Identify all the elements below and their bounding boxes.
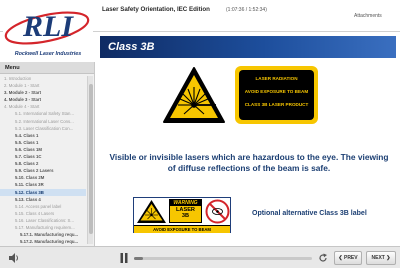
prev-button-label: PREV — [343, 255, 358, 261]
sidebar-menu-item[interactable]: 5.17.1. Manufacturing requ... — [0, 231, 86, 238]
laser-hazard-triangle-icon — [137, 200, 166, 223]
sidebar-menu-item[interactable]: 5.1. International Safety Stan... — [0, 110, 86, 117]
sidebar-menu-item[interactable]: 5.14. Access panel label — [0, 203, 86, 210]
eye-protection-icon — [205, 199, 230, 224]
sidebar-menu: Menu 1. Introduction 2. Module 1 - Start 3… — [0, 62, 95, 246]
laser-warning-label-inner: LASER RADIATION AVOID EXPOSURE TO BEAM C… — [239, 70, 314, 120]
player-controls: ❮ PREV NEXT ❯ — [0, 246, 400, 268]
sidebar-menu-item[interactable]: 5.2. International Laser Cons... — [0, 118, 86, 125]
slide-title: Class 3B — [108, 41, 155, 53]
sidebar-menu-item[interactable]: 5.7. Class 1C — [0, 153, 86, 160]
attachments-button[interactable]: Attachments — [354, 13, 382, 19]
sidebar-menu-item[interactable]: 4. Module 4 - Start — [0, 103, 86, 110]
svg-text:RLI: RLI — [22, 10, 74, 43]
next-button[interactable]: NEXT ❯ — [366, 251, 396, 265]
sidebar-menu-item[interactable]: 5.4. Class 1 — [0, 132, 86, 139]
alt-label-bottom-text: AVOID EXPOSURE TO BEAM — [134, 225, 230, 233]
course-title: Laser Safety Orientation, IEC Edition — [102, 6, 210, 13]
sidebar-menu-item[interactable]: 5.8. Class 2 — [0, 160, 86, 167]
rli-logo-mark: RLI — [4, 10, 90, 45]
sidebar-menu-item[interactable]: 5.16. Laser Classifications: S... — [0, 217, 86, 224]
sidebar-menu-item[interactable]: 5.3. Laser Classification Con... — [0, 125, 86, 132]
sidebar-menu-item[interactable]: 5.9. Class 2 Lasers — [0, 167, 86, 174]
chevron-left-icon: ❮ — [338, 255, 343, 261]
sidebar-menu-item[interactable]: 5.17. Manufacturing requirem... — [0, 224, 86, 231]
slide-content: Class 3B LASER RADIATION AVOID EXPOSURE … — [96, 32, 400, 246]
menu-scroll-thumb[interactable] — [89, 84, 93, 234]
course-timestamp: (1:07:36 / 1:52:34) — [226, 7, 267, 13]
next-button-label: NEXT — [371, 255, 385, 261]
slide-title-banner: Class 3B — [100, 36, 396, 58]
sidebar-menu-item[interactable]: 5.13. Class 4 — [0, 196, 86, 203]
alternative-class-label: WARNING LASER 3B AVOID EXPOSURE TO BEAM — [133, 197, 231, 233]
sidebar-menu-item[interactable]: 2. Module 1 - Start — [0, 82, 86, 89]
sidebar-menu-item[interactable]: 5.12. Class 3B — [0, 188, 86, 196]
laser-label-line: LASER RADIATION — [255, 76, 298, 81]
prev-button[interactable]: ❮ PREV — [334, 251, 362, 265]
menu-scrollbar[interactable] — [87, 76, 93, 244]
pause-icon[interactable] — [120, 253, 128, 263]
alt-warning-word: WARNING — [170, 200, 201, 206]
laser-label-line: AVOID EXPOSURE TO BEAM — [244, 89, 309, 94]
alt-class-box: WARNING LASER 3B — [169, 199, 202, 223]
volume-icon[interactable] — [8, 252, 20, 264]
seek-bar[interactable] — [134, 257, 312, 260]
slide-body-text: Visible or invisible lasers which are ha… — [109, 152, 389, 173]
laser-warning-label: LASER RADIATION AVOID EXPOSURE TO BEAM C… — [235, 66, 318, 124]
menu-header: Menu — [0, 62, 94, 74]
reload-icon[interactable] — [318, 253, 328, 263]
sidebar-menu-item[interactable]: 5.10. Class 2M — [0, 174, 86, 181]
laser-label-line: CLASS 3B LASER PRODUCT — [244, 102, 309, 107]
seek-bar-fill — [134, 257, 143, 260]
company-logo: RLI Rockwell Laser Industries — [3, 2, 93, 60]
sidebar-menu-item[interactable]: 5.15. Class 4 Lasers — [0, 210, 86, 217]
alt-label-caption: Optional alternative Class 3B label — [252, 210, 367, 217]
menu-list: 1. Introduction 2. Module 1 - Start 3. Mod… — [0, 75, 86, 246]
sidebar-menu-item[interactable]: 5.6. Class 1M — [0, 146, 86, 153]
sidebar-menu-item[interactable]: 4. Module 3 - Start — [0, 96, 86, 103]
sidebar-menu-item[interactable]: 5.11. Class 3R — [0, 181, 86, 188]
chevron-right-icon: ❯ — [386, 255, 391, 261]
laser-hazard-triangle-icon — [163, 67, 225, 123]
sidebar-menu-item[interactable]: 3. Module 2 - Start — [0, 89, 86, 96]
alt-class-line2: 3B — [181, 213, 190, 220]
sidebar-menu-item[interactable]: 5.5. Class 1 — [0, 139, 86, 146]
sidebar-menu-item[interactable]: 1. Introduction — [0, 75, 86, 82]
sidebar-menu-item[interactable]: 5.17.2. Manufacturing requ... — [0, 238, 86, 245]
company-name: Rockwell Laser Industries — [14, 51, 82, 57]
